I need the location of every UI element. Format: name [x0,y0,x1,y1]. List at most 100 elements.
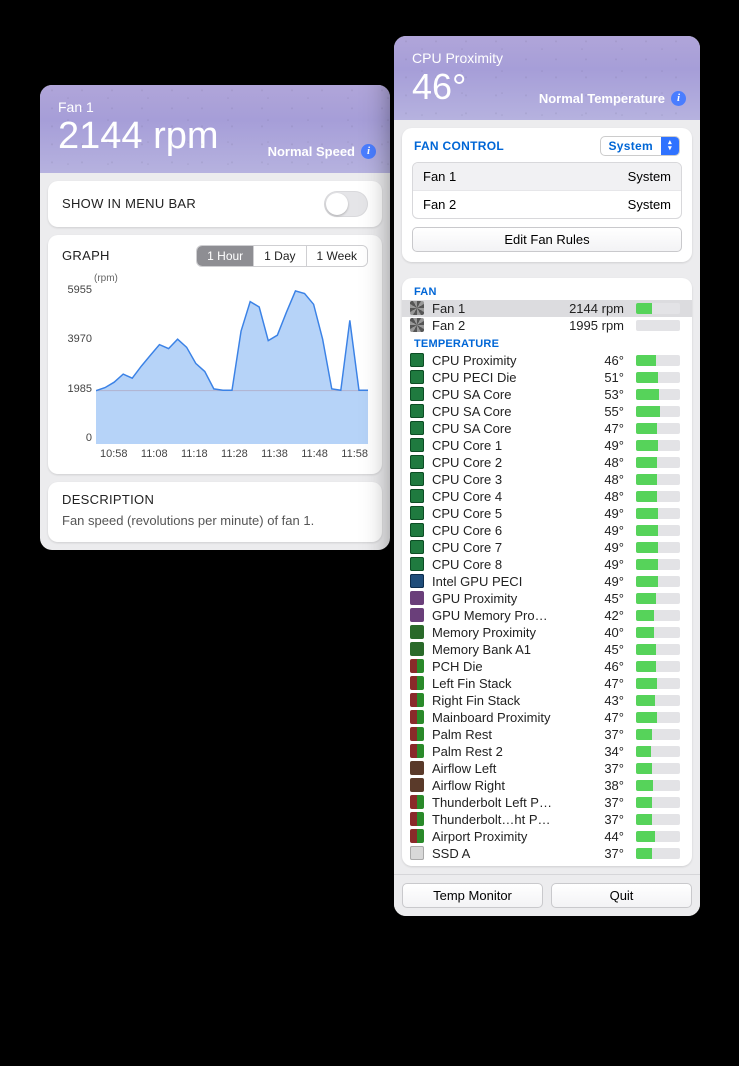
temperature-list-item[interactable]: CPU PECI Die51° [402,369,692,386]
temperature-list-item[interactable]: CPU Core 448° [402,488,692,505]
sensor-status: Normal Speed i [268,144,376,159]
menu-popover: CPU Proximity 46° Normal Temperature i F… [394,36,700,916]
sensor-row-name: CPU SA Core [432,421,552,436]
sensor-row-name: SSD A [432,846,552,861]
info-icon[interactable]: i [361,144,376,159]
temperature-list: CPU Proximity46°CPU PECI Die51°CPU SA Co… [402,352,692,862]
sensor-row-name: CPU Core 2 [432,455,552,470]
sensor-row-bar [636,848,680,859]
graph-range-option[interactable]: 1 Hour [197,246,253,266]
temperature-list-item[interactable]: SSD A37° [402,845,692,862]
sensor-row-bar [636,423,680,434]
chip-icon [410,744,424,758]
temperature-list-item[interactable]: CPU Proximity46° [402,352,692,369]
sensor-row-bar [636,763,680,774]
fan-list: Fan 12144 rpmFan 21995 rpm [402,300,692,334]
sensor-row-name: Palm Rest 2 [432,744,552,759]
temperature-list-item[interactable]: CPU Core 149° [402,437,692,454]
temperature-list-item[interactable]: Palm Rest37° [402,726,692,743]
sensor-row-bar [636,440,680,451]
show-in-menubar-toggle[interactable] [324,191,368,217]
temperature-list-item[interactable]: Mainboard Proximity47° [402,709,692,726]
sensor-row-value: 46° [560,659,628,674]
sensor-row-bar [636,372,680,383]
fan-list-item[interactable]: Fan 21995 rpm [402,317,692,334]
sensor-row-bar [636,457,680,468]
sensor-row-value: 47° [560,710,628,725]
sensor-row-name: CPU Core 7 [432,540,552,555]
temperature-list-item[interactable]: CPU Core 348° [402,471,692,488]
temperature-list-item[interactable]: Airflow Left37° [402,760,692,777]
chip-icon [410,778,424,792]
sensor-row-bar [636,542,680,553]
temperature-list-item[interactable]: Memory Proximity40° [402,624,692,641]
fan-control-row[interactable]: Fan 2System [413,190,681,218]
chip-icon [410,523,424,537]
fan-section-label: FAN [402,282,692,300]
temperature-list-item[interactable]: GPU Proximity45° [402,590,692,607]
temperature-list-item[interactable]: GPU Memory Proximity42° [402,607,692,624]
sensor-row-value: 42° [560,608,628,623]
temperature-list-item[interactable]: Intel GPU PECI49° [402,573,692,590]
graph-range-option[interactable]: 1 Day [253,246,305,266]
chip-icon [410,574,424,588]
fan-speed-chart [96,284,368,444]
temperature-list-item[interactable]: CPU Core 649° [402,522,692,539]
temperature-list-item[interactable]: Airflow Right38° [402,777,692,794]
temperature-list-item[interactable]: Right Fin Stack43° [402,692,692,709]
temperature-list-item[interactable]: Thunderbolt…ht Proximity37° [402,811,692,828]
sensor-row-value: 48° [560,472,628,487]
temperature-section-label: TEMPERATURE [402,334,692,352]
sensor-row-value: 49° [560,523,628,538]
temperature-list-item[interactable]: CPU SA Core55° [402,403,692,420]
quit-button[interactable]: Quit [551,883,692,908]
temperature-list-item[interactable]: PCH Die46° [402,658,692,675]
temperature-list-item[interactable]: CPU Core 749° [402,539,692,556]
fan-control-card: FAN CONTROL System ▴▾ Fan 1SystemFan 2Sy… [402,128,692,262]
sensor-row-bar [636,559,680,570]
temperature-list-item[interactable]: Palm Rest 234° [402,743,692,760]
sensor-row-bar [636,474,680,485]
fan-control-row[interactable]: Fan 1System [413,163,681,190]
sensor-row-bar [636,320,680,331]
fan-list-item[interactable]: Fan 12144 rpm [402,300,692,317]
temperature-list-item[interactable]: CPU SA Core53° [402,386,692,403]
temperature-list-item[interactable]: CPU Core 849° [402,556,692,573]
y-tick: 0 [62,432,92,444]
chip-icon [410,370,424,384]
fan-control-mode-select[interactable]: System ▴▾ [600,136,681,156]
sensor-row-bar [636,627,680,638]
edit-fan-rules-button[interactable]: Edit Fan Rules [412,227,682,252]
temperature-list-item[interactable]: Left Fin Stack47° [402,675,692,692]
sensor-row-bar [636,593,680,604]
sensor-row-bar [636,746,680,757]
temperature-list-item[interactable]: Memory Bank A145° [402,641,692,658]
sensor-row-bar [636,355,680,366]
sensor-row-name: Palm Rest [432,727,552,742]
temperature-list-item[interactable]: CPU SA Core47° [402,420,692,437]
graph-range-segmented[interactable]: 1 Hour1 Day1 Week [196,245,368,267]
sensor-row-bar [636,303,680,314]
x-tick: 11:28 [221,448,248,460]
temperature-list-item[interactable]: CPU Core 549° [402,505,692,522]
temperature-list-item[interactable]: Airport Proximity44° [402,828,692,845]
sensor-row-value: 49° [560,557,628,572]
detail-panel: Fan 1 2144 rpm Normal Speed i SHOW IN ME… [40,85,390,550]
temp-monitor-button[interactable]: Temp Monitor [402,883,543,908]
chip-icon [410,506,424,520]
temperature-list-item[interactable]: CPU Core 248° [402,454,692,471]
graph-range-option[interactable]: 1 Week [306,246,367,266]
sensor-row-bar [636,695,680,706]
sensor-row-value: 37° [560,812,628,827]
sensor-row-value: 49° [560,438,628,453]
temperature-list-item[interactable]: Thunderbolt Left Proximity37° [402,794,692,811]
y-tick: 5955 [62,284,92,296]
chip-icon [410,557,424,571]
sensor-row-value: 44° [560,829,628,844]
x-tick: 11:58 [341,448,368,460]
sensor-row-name: Fan 2 [432,318,552,333]
info-icon[interactable]: i [671,91,686,106]
sensor-row-bar [636,389,680,400]
sensor-row-value: 55° [560,404,628,419]
sensor-row-value: 49° [560,506,628,521]
